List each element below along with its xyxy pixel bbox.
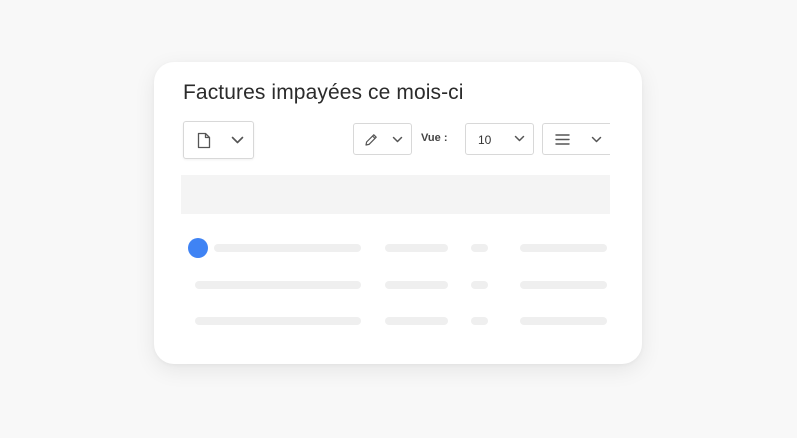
page-size-select[interactable]: 10 (465, 123, 534, 155)
page-size-value: 10 (478, 133, 492, 147)
columns-menu-button[interactable] (542, 123, 610, 155)
skeleton-cell (471, 244, 488, 252)
skeleton-cell (214, 244, 361, 252)
skeleton-cell (520, 244, 607, 252)
skeleton-cell (471, 317, 488, 325)
export-dropdown-button[interactable] (183, 121, 254, 159)
chevron-down-icon (231, 136, 244, 145)
chevron-down-icon (591, 136, 602, 144)
skeleton-cell (385, 317, 448, 325)
skeleton-cell (471, 281, 488, 289)
menu-lines-icon (555, 133, 570, 146)
document-icon (197, 132, 211, 149)
chevron-down-icon (514, 135, 525, 143)
skeleton-cell (385, 281, 448, 289)
skeleton-cell (195, 281, 361, 289)
card-title: Factures impayées ce mois-ci (183, 81, 464, 104)
skeleton-cell (520, 317, 607, 325)
skeleton-cell (385, 244, 448, 252)
edit-dropdown-button[interactable] (353, 123, 412, 155)
chevron-down-icon (392, 136, 403, 144)
skeleton-cell (195, 317, 361, 325)
unpaid-invoices-card: Factures impayées ce mois-ci Vue: 10 (154, 62, 642, 364)
view-label: Vue : (421, 132, 448, 144)
table-header-placeholder (181, 175, 610, 214)
skeleton-cell (520, 281, 607, 289)
loading-spinner (188, 238, 208, 258)
pencil-icon (364, 133, 378, 147)
